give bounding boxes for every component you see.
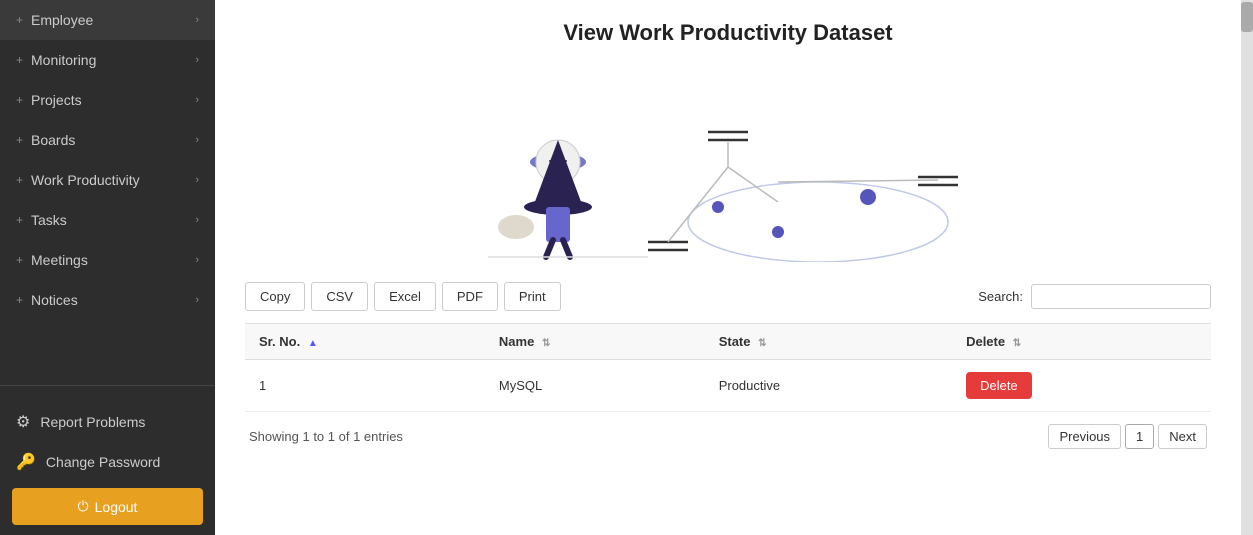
sidebar-bottom: ⚙ Report Problems 🔑 Change Password ⏻ Lo… (0, 392, 215, 535)
sidebar-item-meetings[interactable]: + Meetings › (0, 240, 215, 280)
sidebar-item-change-password[interactable]: 🔑 Change Password (12, 442, 203, 482)
sidebar-item-label: Tasks (31, 212, 67, 228)
previous-button[interactable]: Previous (1048, 424, 1121, 449)
plus-icon: + (16, 253, 23, 267)
sidebar-item-monitoring[interactable]: + Monitoring › (0, 40, 215, 80)
sort-icon-state: ⇅ (758, 338, 766, 349)
plus-icon: + (16, 293, 23, 307)
sidebar-item-projects[interactable]: + Projects › (0, 80, 215, 120)
cell-delete: Delete (952, 360, 1211, 412)
sidebar-item-boards[interactable]: + Boards › (0, 120, 215, 160)
content-inner: View Work Productivity Dataset (215, 0, 1241, 535)
chevron-icon: › (195, 214, 199, 226)
plus-icon: + (16, 13, 23, 27)
pagination-area: Showing 1 to 1 of 1 entries Previous 1 N… (245, 412, 1211, 453)
logout-icon: ⏻ (78, 498, 89, 515)
logout-label: Logout (95, 499, 138, 515)
sidebar-bottom-label: Change Password (46, 454, 160, 470)
csv-button[interactable]: CSV (311, 282, 368, 311)
delete-button[interactable]: Delete (966, 372, 1032, 399)
copy-button[interactable]: Copy (245, 282, 305, 311)
sort-icon-srno: ▲ (308, 338, 318, 349)
next-button[interactable]: Next (1158, 424, 1207, 449)
sidebar-divider (0, 385, 215, 386)
sidebar-item-label: Meetings (31, 252, 88, 268)
main-content: View Work Productivity Dataset (215, 0, 1241, 535)
chevron-icon: › (195, 14, 199, 26)
pagination-info: Showing 1 to 1 of 1 entries (249, 429, 403, 444)
cell-srno: 1 (245, 360, 485, 412)
search-area: Search: (978, 284, 1211, 309)
sidebar-item-label: Boards (31, 132, 75, 148)
sort-icon-name: ⇅ (542, 338, 550, 349)
chevron-icon: › (195, 94, 199, 106)
plus-icon: + (16, 133, 23, 147)
table-header: Sr. No. ▲ Name ⇅ State ⇅ Delete ⇅ (245, 324, 1211, 360)
column-header-state[interactable]: State ⇅ (705, 324, 952, 360)
sidebar-nav: + Employee › + Monitoring › + Projects ›… (0, 0, 215, 379)
scrollbar-thumb[interactable] (1241, 2, 1253, 32)
page-1-button[interactable]: 1 (1125, 424, 1154, 449)
sidebar-item-notices[interactable]: + Notices › (0, 280, 215, 320)
column-header-srno[interactable]: Sr. No. ▲ (245, 324, 485, 360)
search-label: Search: (978, 289, 1023, 304)
sidebar-item-work-productivity[interactable]: + Work Productivity › (0, 160, 215, 200)
chevron-icon: › (195, 254, 199, 266)
data-table: Sr. No. ▲ Name ⇅ State ⇅ Delete ⇅ (245, 323, 1211, 412)
table-header-row: Sr. No. ▲ Name ⇅ State ⇅ Delete ⇅ (245, 324, 1211, 360)
chevron-icon: › (195, 174, 199, 186)
search-input[interactable] (1031, 284, 1211, 309)
sidebar-item-label: Employee (31, 12, 93, 28)
toolbar: Copy CSV Excel PDF Print Search: (245, 282, 1211, 311)
sort-icon-delete: ⇅ (1013, 338, 1021, 349)
illustration (245, 62, 1211, 262)
sidebar-item-report-problems[interactable]: ⚙ Report Problems (12, 402, 203, 442)
excel-button[interactable]: Excel (374, 282, 436, 311)
sidebar-item-label: Projects (31, 92, 82, 108)
scrollbar[interactable] (1241, 0, 1253, 535)
illustration-svg (428, 62, 1028, 262)
chevron-icon: › (195, 294, 199, 306)
cell-state: Productive (705, 360, 952, 412)
plus-icon: + (16, 53, 23, 67)
print-button[interactable]: Print (504, 282, 561, 311)
sidebar-item-label: Monitoring (31, 52, 96, 68)
plus-icon: + (16, 173, 23, 187)
logout-button[interactable]: ⏻ Logout (12, 488, 203, 525)
pagination-controls: Previous 1 Next (1048, 424, 1207, 449)
column-header-name[interactable]: Name ⇅ (485, 324, 705, 360)
plus-icon: + (16, 213, 23, 227)
sidebar-bottom-label: Report Problems (40, 414, 145, 430)
chevron-icon: › (195, 134, 199, 146)
pdf-button[interactable]: PDF (442, 282, 498, 311)
sidebar-item-employee[interactable]: + Employee › (0, 0, 215, 40)
table-body: 1 MySQL Productive Delete (245, 360, 1211, 412)
sidebar: + Employee › + Monitoring › + Projects ›… (0, 0, 215, 535)
sidebar-item-label: Work Productivity (31, 172, 140, 188)
plus-icon: + (16, 93, 23, 107)
key-icon: 🔑 (16, 452, 36, 472)
page-title: View Work Productivity Dataset (245, 20, 1211, 46)
cell-name: MySQL (485, 360, 705, 412)
chevron-icon: › (195, 54, 199, 66)
sidebar-item-label: Notices (31, 292, 78, 308)
sidebar-item-tasks[interactable]: + Tasks › (0, 200, 215, 240)
column-header-delete[interactable]: Delete ⇅ (952, 324, 1211, 360)
table-row: 1 MySQL Productive Delete (245, 360, 1211, 412)
gear-icon: ⚙ (16, 412, 30, 432)
